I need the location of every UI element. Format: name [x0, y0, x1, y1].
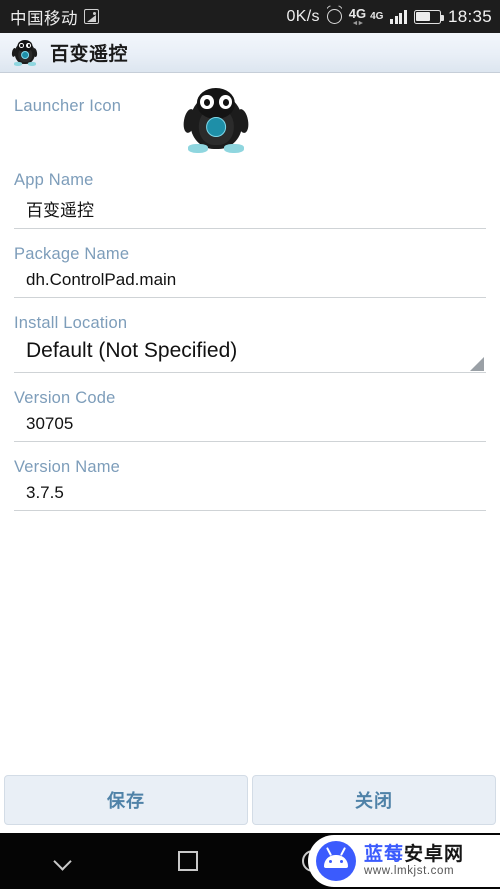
save-button[interactable]: 保存: [4, 775, 248, 825]
app-name-input[interactable]: 百变遥控: [14, 194, 486, 229]
install-location-field: Install Location Default (Not Specified): [14, 314, 486, 373]
package-name-field: Package Name dh.ControlPad.main: [14, 245, 486, 298]
spinner-triangle-icon[interactable]: [470, 357, 484, 371]
signal-bars-icon: [390, 9, 407, 24]
launcher-icon-field[interactable]: Launcher Icon: [14, 87, 486, 153]
package-name-input[interactable]: dh.ControlPad.main: [14, 268, 486, 298]
install-location-label: Install Location: [14, 314, 128, 332]
version-code-input[interactable]: 30705: [14, 412, 486, 442]
nav-back-button[interactable]: [31, 833, 95, 889]
footer-button-bar: 保存 关闭: [0, 769, 500, 833]
form-content: Launcher Icon App Name 百变遥控 Package Name…: [0, 73, 500, 511]
penguin-app-icon: [11, 40, 39, 66]
install-location-spinner[interactable]: Default (Not Specified): [14, 337, 486, 373]
watermark-text: 蓝莓安卓网 www.lmkjst.com: [364, 845, 464, 877]
version-code-field: Version Code 30705: [14, 389, 486, 442]
network-type-primary-label: 4G: [348, 5, 367, 21]
navigation-bar: 蓝莓安卓网 www.lmkjst.com: [0, 833, 500, 889]
square-icon: [177, 851, 198, 871]
launcher-icon-label: Launcher Icon: [14, 97, 122, 115]
app-bar: 百变遥控: [0, 33, 500, 73]
nav-recents-button[interactable]: [156, 833, 220, 889]
penguin-launcher-icon[interactable]: [181, 87, 251, 153]
android-robot-logo: [316, 841, 356, 881]
carrier-label: 中国移动: [10, 9, 78, 28]
network-type-secondary-label: 4G: [370, 10, 384, 22]
watermark-site-name: 蓝莓安卓网: [364, 845, 464, 865]
status-bar: 中国移动 0K/s 4G ◄► 4G 18:35: [0, 0, 500, 33]
network-speed-label: 0K/s: [286, 7, 320, 25]
version-code-label: Version Code: [14, 389, 116, 407]
status-bar-right: 0K/s 4G ◄► 4G 18:35: [287, 7, 492, 27]
app-name-field: App Name 百变遥控: [14, 171, 486, 229]
version-name-label: Version Name: [14, 458, 121, 476]
close-button[interactable]: 关闭: [252, 775, 496, 825]
sim-card-icon: [84, 9, 99, 24]
site-watermark: 蓝莓安卓网 www.lmkjst.com: [308, 835, 500, 887]
alarm-clock-icon: [326, 9, 342, 24]
phone-screen: 中国移动 0K/s 4G ◄► 4G 18:35 百变遥控 Launcher I…: [0, 0, 500, 889]
watermark-url: www.lmkjst.com: [364, 864, 455, 877]
package-name-label: Package Name: [14, 245, 130, 263]
clock-label: 18:35: [447, 6, 492, 26]
app-name-label: App Name: [14, 171, 94, 189]
data-transfer-arrows-icon: ◄►: [351, 19, 365, 27]
network-type-primary: 4G ◄►: [349, 7, 366, 27]
status-bar-left: 中国移动: [10, 5, 99, 29]
version-name-field: Version Name 3.7.5: [14, 458, 486, 511]
page-title: 百变遥控: [50, 44, 129, 65]
watermark-site-name-blue: 蓝莓: [364, 844, 405, 865]
chevron-down-icon: [55, 853, 71, 869]
version-name-input[interactable]: 3.7.5: [14, 481, 486, 511]
battery-icon: [413, 9, 444, 24]
watermark-site-name-black: 安卓网: [404, 844, 465, 865]
